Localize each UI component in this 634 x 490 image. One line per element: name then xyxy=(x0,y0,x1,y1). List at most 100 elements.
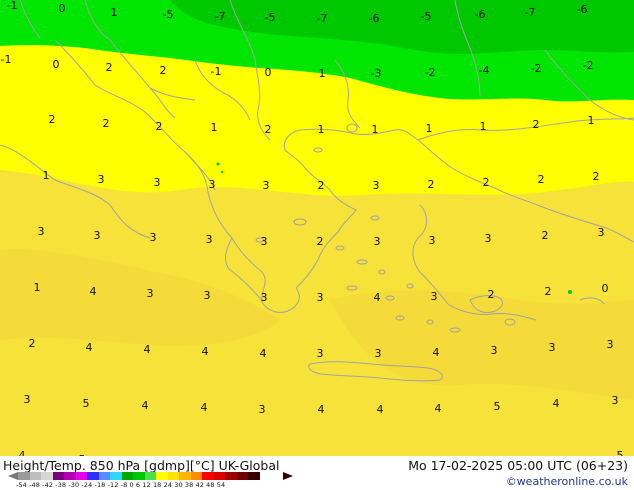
temperature-label: 2 xyxy=(156,120,163,133)
temperature-label: 3 xyxy=(317,347,324,360)
temperature-label: 5 xyxy=(617,449,624,456)
temperature-label: 0 xyxy=(602,282,609,295)
colorbar xyxy=(18,472,260,480)
temperature-label: 1 xyxy=(319,67,326,80)
temperature-label: 4 xyxy=(553,397,560,410)
temperature-label: 3 xyxy=(261,291,268,304)
temperature-label: 4 xyxy=(435,402,442,415)
temperature-label: 2 xyxy=(29,337,36,350)
temperature-label: 3 xyxy=(485,232,492,245)
temperature-label: -7 xyxy=(525,6,536,19)
colorbar-swatch xyxy=(18,472,30,480)
temperature-label: 3 xyxy=(259,403,266,416)
weather-map-view: -1 0 1 -5 -7 -5 -7 -6 -5 -6 -7 -6 -1 0 2 2 -1 0 1 -3 -2 -4 -2 -… xyxy=(0,0,634,490)
temperature-label: 2 xyxy=(483,176,490,189)
temperature-label: 3 xyxy=(263,179,270,192)
temperature-label: 3 xyxy=(549,341,556,354)
temperature-label: 1 xyxy=(480,120,487,133)
colorbar-swatch xyxy=(41,472,53,480)
temperature-label: 3 xyxy=(94,229,101,242)
temperature-label: 2 xyxy=(593,170,600,183)
temperature-label: 2 xyxy=(533,118,540,131)
temperature-label: 4 xyxy=(201,401,208,414)
temperature-label: 1 xyxy=(318,123,325,136)
temperature-label: -1 xyxy=(7,0,18,12)
colorbar-left-arrow-icon xyxy=(8,472,18,480)
colorbar-swatch xyxy=(98,472,110,480)
temperature-label: -6 xyxy=(369,12,380,25)
temperature-label: 1 xyxy=(43,169,50,182)
temperature-label: 2 xyxy=(428,178,435,191)
temperature-label: -7 xyxy=(317,12,328,25)
temperature-label: 3 xyxy=(598,226,605,239)
temperature-label: 5 xyxy=(494,400,501,413)
temperature-label: 2 xyxy=(265,123,272,136)
temperature-label: -5 xyxy=(421,10,432,23)
colorbar-swatch xyxy=(75,472,87,480)
temperature-label: -2 xyxy=(531,62,542,75)
temperature-label: 3 xyxy=(431,290,438,303)
temperature-label: 3 xyxy=(491,344,498,357)
temperature-label: 2 xyxy=(318,179,325,192)
temperature-label: 4 xyxy=(144,343,151,356)
temperature-label: 4 xyxy=(318,403,325,416)
temperature-label: 4 xyxy=(202,345,209,358)
colorbar-ticks: -54 -48 -42 -38 -30 -24 -18 -12 -8 0 6 1… xyxy=(16,481,226,489)
temperature-label: 3 xyxy=(612,394,619,407)
temperature-label: 1 xyxy=(211,121,218,134)
temperature-label: 3 xyxy=(373,179,380,192)
temperature-label: 5 xyxy=(83,397,90,410)
temperature-label: -1 xyxy=(1,53,12,66)
temperature-label: -2 xyxy=(425,66,436,79)
colorbar-swatch xyxy=(87,472,99,480)
temperature-label: 3 xyxy=(154,176,161,189)
temperature-label: -7 xyxy=(215,10,226,23)
credit-link[interactable]: ©weatheronline.co.uk xyxy=(506,475,628,488)
temperature-label: 2 xyxy=(317,235,324,248)
temperature-label: -2 xyxy=(583,59,594,72)
temperature-label: 3 xyxy=(209,178,216,191)
colorbar-swatch xyxy=(236,472,248,480)
colorbar-swatch xyxy=(29,472,41,480)
temperature-label: 0 xyxy=(265,66,272,79)
temperature-label: 2 xyxy=(538,173,545,186)
temperature-label: 0 xyxy=(59,2,66,15)
temperature-label: -4 xyxy=(479,64,490,77)
temperature-label: 3 xyxy=(147,287,154,300)
temperature-label: -3 xyxy=(371,67,382,80)
colorbar-swatch xyxy=(64,472,76,480)
temperature-label: 3 xyxy=(374,235,381,248)
temperature-map: -1 0 1 -5 -7 -5 -7 -6 -5 -6 -7 -6 -1 0 2 2 -1 0 1 -3 -2 -4 -2 -… xyxy=(0,0,634,456)
colorbar-swatch xyxy=(52,472,64,480)
colorbar-swatch xyxy=(144,472,156,480)
temperature-label: -6 xyxy=(475,8,486,21)
temperature-label: 1 xyxy=(34,281,41,294)
colorbar-swatch xyxy=(167,472,179,480)
temperature-label: -5 xyxy=(163,8,174,21)
colorbar-swatch xyxy=(133,472,145,480)
temperature-label: 2 xyxy=(545,285,552,298)
temperature-label: 3 xyxy=(204,289,211,302)
temperature-label: 2 xyxy=(542,229,549,242)
temperature-label: 1 xyxy=(588,114,595,127)
temperature-label: 4 xyxy=(90,285,97,298)
temperature-label: 4 xyxy=(260,347,267,360)
temperature-label: 3 xyxy=(429,234,436,247)
temperature-label: 4 xyxy=(433,346,440,359)
colorbar-swatch xyxy=(202,472,214,480)
temperature-label: 0 xyxy=(53,58,60,71)
temperature-label: 3 xyxy=(375,347,382,360)
temperature-label: 4 xyxy=(19,449,26,456)
temperature-label: 3 xyxy=(38,225,45,238)
colorbar-swatch xyxy=(248,472,260,480)
temperature-label: 2 xyxy=(488,288,495,301)
colorbar-swatch xyxy=(110,472,122,480)
temperature-label: 4 xyxy=(142,399,149,412)
temperature-label: 2 xyxy=(103,117,110,130)
temperature-label: 1 xyxy=(372,123,379,136)
colorbar-right-arrow-icon xyxy=(283,472,293,480)
temperature-label: 3 xyxy=(150,231,157,244)
colorbar-swatch xyxy=(213,472,225,480)
map-title: Height/Temp. 850 hPa [gdmp][°C] UK-Globa… xyxy=(3,458,280,473)
temperature-label: 4 xyxy=(377,403,384,416)
